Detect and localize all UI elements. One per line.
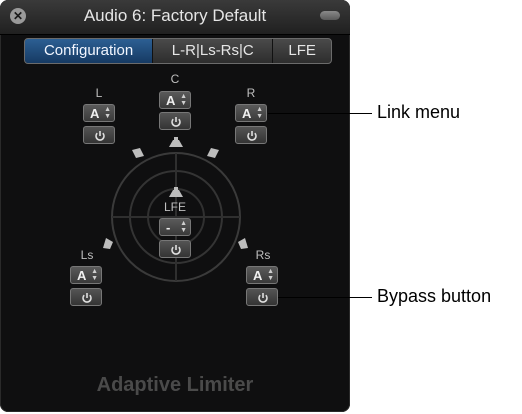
tab-lfe[interactable]: LFE [273,39,331,63]
stepper-arrows-icon: ▲ ▼ [180,220,187,234]
stepper-arrows-icon: ▲ ▼ [91,268,98,282]
power-icon [171,245,181,255]
channel-label-lfe: LFE [163,200,186,214]
link-value-ls: A [77,268,87,283]
channel-label-ls: Ls [80,248,94,262]
channel-label-r: R [246,86,256,100]
collapse-button[interactable] [320,11,340,20]
link-value-lfe: - [166,220,171,235]
bypass-button-l[interactable] [83,126,115,144]
link-value-r: A [242,106,252,121]
callout-bypass-button: Bypass button [377,286,492,306]
link-menu-rs[interactable]: A ▲ ▼ [246,266,278,284]
power-icon [247,131,257,141]
stepper-arrows-icon: ▲ ▼ [180,93,187,107]
channel-label-l: L [95,86,103,100]
link-value-c: A [166,93,176,108]
power-icon [258,293,268,303]
link-menu-l[interactable]: A ▲ ▼ [83,104,115,122]
link-menu-r[interactable]: A ▲ ▼ [235,104,267,122]
link-menu-c[interactable]: A ▲ ▼ [159,91,191,109]
bypass-button-c[interactable] [159,112,191,130]
tab-l-r-ls-rs-c[interactable]: L-R|Ls-Rs|C [153,39,274,63]
link-menu-ls[interactable]: A ▲ ▼ [70,266,102,284]
bypass-button-ls[interactable] [70,288,102,306]
channel-label-rs: Rs [255,248,271,262]
link-menu-lfe[interactable]: - ▲ ▼ [159,218,191,236]
window-title: Audio 6: Factory Default [83,6,267,25]
bypass-button-lfe[interactable] [159,240,191,258]
speaker-l-icon [132,148,144,158]
surround-panner [111,152,241,282]
power-icon [95,131,105,141]
power-icon [171,117,181,127]
link-value-rs: A [253,268,263,283]
tab-configuration[interactable]: Configuration [25,39,154,63]
speaker-lfe-icon [169,187,183,197]
bypass-button-rs[interactable] [246,288,278,306]
plugin-name: Adaptive Limiter [96,374,254,396]
speaker-c-icon [169,137,183,147]
stepper-arrows-icon: ▲ ▼ [256,106,263,120]
speaker-r-icon [207,148,219,158]
callout-line-bypass [278,297,372,298]
plugin-window: ✕ Audio 6: Factory Default Configuration… [0,0,350,412]
callout-link-menu: Link menu [377,102,461,122]
channel-label-c: C [170,72,180,86]
callout-line-link-menu [268,113,372,114]
bypass-button-r[interactable] [235,126,267,144]
link-value-l: A [90,106,100,121]
tab-bar: Configuration L-R|Ls-Rs|C LFE [24,38,332,64]
stepper-arrows-icon: ▲ ▼ [267,268,274,282]
power-icon [82,293,92,303]
stepper-arrows-icon: ▲ ▼ [104,106,111,120]
speaker-ls-icon [103,238,113,249]
title-bar: ✕ Audio 6: Factory Default [0,0,350,35]
